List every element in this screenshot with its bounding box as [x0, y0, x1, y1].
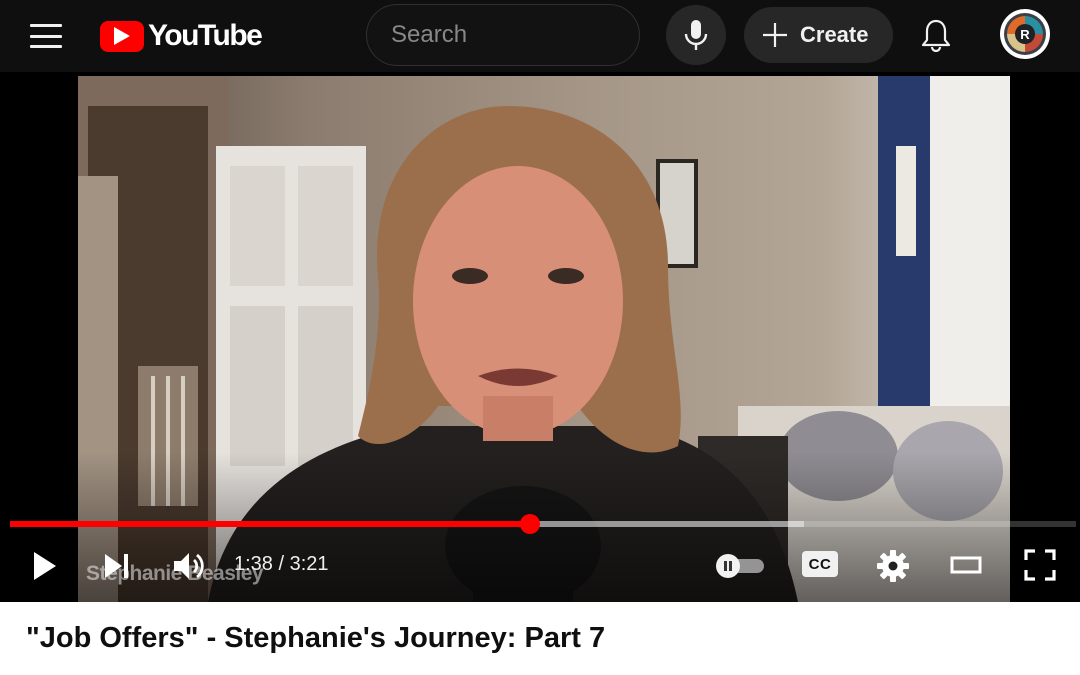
create-button[interactable]: Create — [744, 7, 893, 63]
autoplay-pause-icon — [724, 561, 732, 571]
theater-mode-icon — [950, 556, 982, 574]
logo-text: YouTube — [148, 19, 263, 52]
account-avatar[interactable]: R — [1000, 9, 1050, 59]
search-input[interactable] — [367, 5, 639, 65]
duration: 3:21 — [289, 553, 329, 575]
settings-button[interactable] — [874, 547, 912, 585]
time-display: 1:38 / 3:21 — [234, 553, 329, 575]
voice-search-button[interactable] — [666, 5, 726, 65]
play-button[interactable] — [28, 549, 62, 583]
autoplay-knob — [716, 554, 740, 578]
next-icon — [105, 554, 128, 578]
plus-icon — [763, 23, 787, 47]
progress-bar[interactable] — [10, 514, 1076, 534]
bell-icon — [921, 19, 951, 52]
current-time: 1:38 — [234, 553, 273, 575]
theater-mode-button[interactable] — [948, 551, 984, 579]
hamburger-menu-icon[interactable] — [28, 20, 64, 52]
svg-text:R: R — [1020, 27, 1030, 42]
play-icon — [34, 552, 56, 580]
create-label: Create — [800, 22, 869, 47]
microphone-icon — [684, 20, 708, 50]
masthead: YouTube Create — [0, 0, 1080, 72]
next-button[interactable] — [100, 551, 134, 581]
volume-button[interactable] — [170, 549, 210, 583]
notifications-button[interactable] — [916, 14, 956, 56]
gear-icon — [877, 550, 909, 582]
search-box — [366, 4, 640, 66]
volume-icon — [174, 553, 204, 579]
fullscreen-icon — [1024, 549, 1056, 581]
video-title: "Job Offers" - Stephanie's Journey: Part… — [26, 622, 606, 654]
avatar-image: R — [1004, 13, 1046, 55]
fullscreen-button[interactable] — [1022, 547, 1058, 583]
video-player[interactable]: Stephanie Beasley 1:38 / 3:21 CC — [0, 72, 1080, 602]
youtube-logo[interactable]: YouTube — [100, 16, 263, 56]
played-bar — [10, 521, 531, 527]
autoplay-toggle[interactable] — [716, 554, 764, 578]
youtube-play-logo-icon — [100, 20, 144, 52]
captions-button[interactable]: CC — [802, 551, 838, 577]
